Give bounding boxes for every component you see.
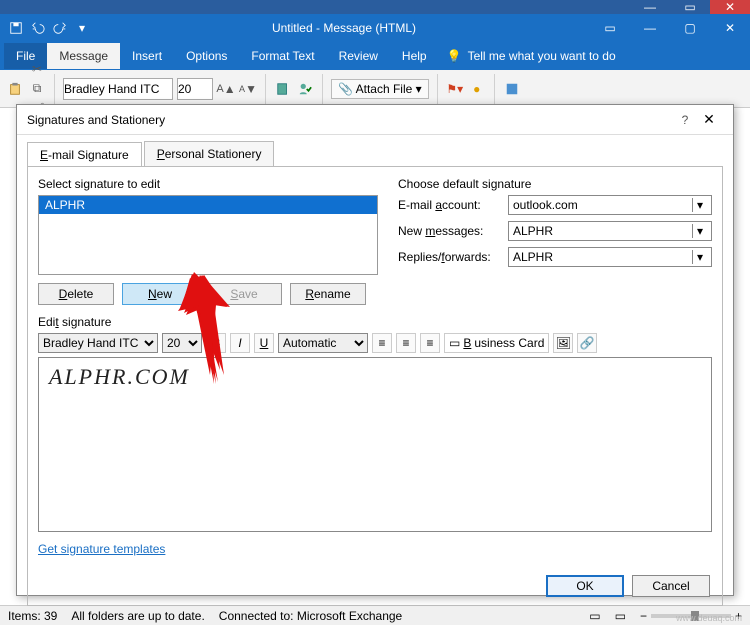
flag-icon[interactable]: ⚑▾ [446, 80, 464, 98]
tab-help[interactable]: Help [390, 43, 439, 69]
save-icon[interactable] [8, 20, 24, 36]
rename-button[interactable]: Rename [290, 283, 366, 305]
qat-customize-icon[interactable]: ▾ [74, 20, 90, 36]
high-importance-icon[interactable]: ● [468, 80, 486, 98]
status-connection: Connected to: Microsoft Exchange [219, 609, 402, 623]
outer-close[interactable]: ✕ [710, 0, 750, 14]
sig-font-size[interactable]: 20 [162, 333, 202, 353]
dialog-help-icon[interactable]: ? [675, 113, 695, 127]
delete-button[interactable]: Delete [38, 283, 114, 305]
ribbon-display-options-icon[interactable]: ▭ [590, 14, 630, 42]
new-messages-combo[interactable]: ALPHR▾ [508, 221, 712, 241]
attach-file-button[interactable]: 📎 Attach File ▾ [331, 79, 429, 99]
hyperlink-icon[interactable]: 🔗 [577, 333, 597, 353]
tab-options[interactable]: Options [174, 43, 239, 69]
add-in-icon[interactable] [503, 80, 521, 98]
get-templates-link[interactable]: Get signature templates [38, 542, 712, 556]
cancel-button[interactable]: Cancel [632, 575, 710, 597]
new-messages-label: New messages: [398, 224, 508, 238]
dialog-close-icon[interactable]: ✕ [695, 111, 723, 128]
status-folders: All folders are up to date. [71, 609, 204, 623]
signatures-dialog: Signatures and Stationery ? ✕ E-mail Sig… [16, 104, 734, 596]
attach-label: Attach File [356, 82, 413, 96]
paste-icon[interactable] [6, 80, 24, 98]
chevron-down-icon: ▾ [416, 82, 422, 96]
list-item[interactable]: ALPHR [39, 196, 377, 214]
cut-icon[interactable]: ✂ [28, 60, 46, 78]
ok-button[interactable]: OK [546, 575, 624, 597]
select-signature-label: Select signature to edit [38, 177, 378, 191]
tell-me[interactable]: 💡 Tell me what you want to do [447, 49, 616, 63]
card-icon: ▭ [449, 336, 460, 350]
tab-email-signature[interactable]: E-mail Signature [27, 142, 142, 167]
align-left-icon[interactable]: ≡ [372, 333, 392, 353]
account-combo[interactable]: outlook.com▾ [508, 195, 712, 215]
status-items: Items: 39 [8, 609, 57, 623]
window-maximize[interactable]: ▢ [670, 14, 710, 42]
font-size-input[interactable] [177, 78, 213, 100]
window-close[interactable]: ✕ [710, 14, 750, 42]
tab-format-text[interactable]: Format Text [239, 43, 326, 69]
outer-minimize[interactable]: — [630, 0, 670, 14]
font-color-combo[interactable]: Automatic [278, 333, 368, 353]
tab-review[interactable]: Review [327, 43, 390, 69]
tab-insert[interactable]: Insert [120, 43, 174, 69]
defaults-label: Choose default signature [398, 177, 712, 191]
watermark: www.deuaq.com [676, 613, 742, 623]
edit-signature-label: Edit signature [38, 315, 712, 329]
address-book-icon[interactable] [274, 80, 292, 98]
font-name-input[interactable] [63, 78, 173, 100]
reading-view-icon[interactable]: ▭ [615, 609, 626, 623]
redo-icon[interactable] [52, 20, 68, 36]
align-center-icon[interactable]: ≡ [396, 333, 416, 353]
lightbulb-icon: 💡 [447, 49, 462, 63]
new-button[interactable]: New [122, 283, 198, 305]
paperclip-icon: 📎 [338, 82, 353, 96]
replies-combo[interactable]: ALPHR▾ [508, 247, 712, 267]
normal-view-icon[interactable]: ▭ [589, 609, 600, 623]
bold-button[interactable]: B [206, 333, 226, 353]
decrease-font-icon[interactable]: A▼ [239, 80, 257, 98]
check-names-icon[interactable] [296, 80, 314, 98]
align-right-icon[interactable]: ≡ [420, 333, 440, 353]
underline-button[interactable]: U [254, 333, 274, 353]
signature-list[interactable]: ALPHR [38, 195, 378, 275]
window-minimize[interactable]: — [630, 14, 670, 42]
picture-icon[interactable]: 🖼 [553, 333, 573, 353]
business-card-button[interactable]: ▭Business Card [444, 333, 549, 353]
signature-editor[interactable]: ALPHR.COM [38, 357, 712, 532]
tab-message[interactable]: Message [47, 43, 120, 69]
tab-personal-stationery[interactable]: Personal Stationery [144, 141, 275, 166]
copy-icon[interactable]: ⧉ [28, 80, 46, 98]
save-button[interactable]: Save [206, 283, 282, 305]
increase-font-icon[interactable]: A▲ [217, 80, 235, 98]
replies-label: Replies/forwards: [398, 250, 508, 264]
zoom-out-button[interactable]: − [640, 609, 647, 623]
sig-font-name[interactable]: Bradley Hand ITC [38, 333, 158, 353]
undo-icon[interactable] [30, 20, 46, 36]
account-label: E-mail account: [398, 198, 508, 212]
status-bar: Items: 39 All folders are up to date. Co… [0, 605, 750, 625]
tell-me-label: Tell me what you want to do [468, 49, 616, 63]
dialog-title: Signatures and Stationery [27, 113, 675, 127]
italic-button[interactable]: I [230, 333, 250, 353]
window-title: Untitled - Message (HTML) [98, 21, 590, 35]
outer-maximize[interactable]: ▭ [670, 0, 710, 14]
